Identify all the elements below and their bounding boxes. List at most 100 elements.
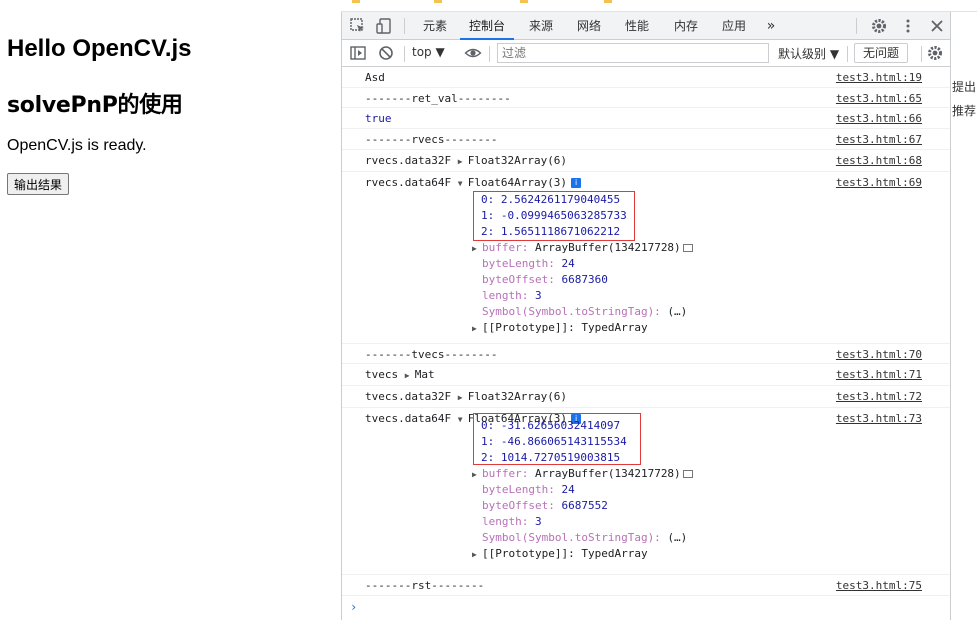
output-result-button[interactable]: 输出结果	[7, 173, 70, 195]
array-entry: 1: -0.0999465063285733	[481, 209, 627, 222]
console-prompt[interactable]: ›	[350, 600, 357, 614]
expand-arrow-icon[interactable]: ▶	[405, 371, 415, 380]
gear-icon[interactable]	[926, 44, 944, 62]
page-title: Hello OpenCV.js	[7, 35, 192, 62]
console-message: -------rvecs-------- test3.html:67	[342, 129, 950, 150]
log-label-text: rvecs.data32F	[365, 154, 452, 167]
inspect-icon[interactable]	[349, 17, 367, 35]
expand-arrow-icon[interactable]: ▶	[458, 393, 468, 402]
log-text: Asd	[365, 71, 385, 84]
source-link[interactable]: test3.html:19	[836, 71, 922, 84]
filter-input[interactable]	[497, 43, 769, 63]
device-icon[interactable]	[375, 17, 393, 35]
memory-icon[interactable]	[682, 470, 693, 478]
array-entry: 0: -31.62656032414097	[481, 419, 621, 432]
source-link[interactable]: test3.html:69	[836, 176, 922, 189]
tab-memory[interactable]: 内存	[665, 12, 707, 40]
length-property: length: 3	[482, 515, 542, 528]
array-entry: 0: 2.5624261179040455	[481, 193, 621, 206]
bookmark-marker	[434, 0, 442, 3]
page-subtitle: solvePnP的使用	[7, 93, 183, 118]
prototype-property[interactable]: ▶ [[Prototype]]: TypedArray	[472, 321, 648, 334]
console-message: -------tvecs-------- test3.html:70	[342, 344, 950, 364]
log-text: -------rvecs--------	[365, 133, 498, 146]
console-message: tvecs.data32F ▶ Float32Array(6) test3.htm…	[342, 386, 950, 408]
byteoffset-property: byteOffset: 6687552	[482, 499, 608, 512]
source-link[interactable]: test3.html:70	[836, 348, 922, 361]
kebab-icon[interactable]	[899, 17, 917, 35]
toolbar-divider	[856, 18, 857, 34]
array-entry: 2: 1014.7270519003815	[481, 451, 621, 464]
toolbar-divider	[921, 46, 922, 62]
more-tabs-button[interactable]: »	[762, 12, 780, 40]
log-label: tvecs ▶ Mat	[365, 368, 435, 381]
bookmark-marker	[520, 0, 528, 3]
array-entry: 2: 1.5651118671062212	[481, 225, 621, 238]
gear-icon[interactable]	[870, 17, 888, 35]
tab-network[interactable]: 网络	[568, 12, 610, 40]
symbol-property[interactable]: Symbol(Symbol.toStringTag): (…)	[482, 531, 687, 544]
tab-console[interactable]: 控制台	[460, 12, 514, 40]
tab-application[interactable]: 应用	[713, 12, 755, 40]
bookmark-marker	[604, 0, 612, 3]
toolbar-divider	[404, 46, 405, 62]
console-message: -------ret_val-------- test3.html:65	[342, 88, 950, 108]
source-link[interactable]: test3.html:73	[836, 412, 922, 425]
expand-arrow-icon[interactable]: ▶	[472, 470, 482, 479]
edge-text: 推荐	[952, 104, 977, 118]
expand-arrow-icon[interactable]: ▶	[458, 157, 468, 166]
expand-arrow-icon[interactable]: ▶	[472, 550, 482, 559]
clear-icon[interactable]	[377, 44, 395, 62]
symbol-property[interactable]: Symbol(Symbol.toStringTag): (…)	[482, 305, 687, 318]
status-text: OpenCV.js is ready.	[7, 137, 147, 154]
expand-arrow-icon[interactable]: ▶	[472, 324, 482, 333]
bookmark-marker	[352, 0, 360, 3]
source-link[interactable]: test3.html:65	[836, 92, 922, 105]
log-object[interactable]: Float32Array(6)	[468, 154, 567, 167]
eye-icon[interactable]	[464, 44, 482, 62]
console-message: Asd test3.html:19	[342, 67, 950, 88]
source-link[interactable]: test3.html:72	[836, 390, 922, 403]
issues-button[interactable]: 无问题	[854, 43, 909, 63]
toolbar-divider	[404, 18, 405, 34]
byteoffset-property: byteOffset: 6687360	[482, 273, 608, 286]
array-entry: 1: -46.866065143115534	[481, 435, 627, 448]
expand-arrow-icon[interactable]: ▶	[472, 244, 482, 253]
prototype-property[interactable]: ▶ [[Prototype]]: TypedArray	[472, 547, 648, 560]
devtools-panel: 元素 控制台 来源 网络 性能 内存 应用 » top ▼ 过滤 默认级别 ▼ …	[341, 12, 951, 620]
collapse-arrow-icon[interactable]: ▼	[458, 179, 468, 188]
source-link[interactable]: test3.html:71	[836, 368, 922, 381]
console-message-expanded: tvecs.data64F ▼ Float64Array(3) i test3.ht…	[342, 408, 950, 575]
tab-elements[interactable]: 元素	[414, 12, 456, 40]
log-level-selector[interactable]: 默认级别 ▼	[778, 45, 839, 62]
source-link[interactable]: test3.html:67	[836, 133, 922, 146]
bytelength-property: byteLength: 24	[482, 257, 575, 270]
log-boolean: true	[365, 112, 392, 125]
sidebar-icon[interactable]	[349, 44, 367, 62]
toolbar-divider	[847, 46, 848, 62]
info-icon[interactable]: i	[571, 178, 582, 188]
log-object[interactable]: Mat	[415, 368, 435, 381]
log-label: rvecs.data64F ▼ Float64Array(3) i	[365, 176, 582, 189]
memory-icon[interactable]	[682, 244, 693, 252]
toolbar-divider	[489, 46, 490, 62]
log-label-text: tvecs	[365, 368, 399, 381]
close-icon[interactable]	[928, 17, 946, 35]
console-message: true test3.html:66	[342, 108, 950, 129]
tab-sources[interactable]: 来源	[520, 12, 562, 40]
log-object[interactable]: Float64Array(3)	[468, 176, 567, 189]
log-label: tvecs.data32F ▶ Float32Array(6)	[365, 390, 567, 403]
web-page: Hello OpenCV.js solvePnP的使用 OpenCV.js is…	[0, 0, 341, 620]
tab-performance[interactable]: 性能	[616, 12, 658, 40]
source-link[interactable]: test3.html:68	[836, 154, 922, 167]
source-link[interactable]: test3.html:75	[836, 579, 922, 592]
context-selector[interactable]: top ▼	[412, 45, 445, 59]
buffer-property[interactable]: ▶ buffer: ArrayBuffer(134217728)	[472, 467, 693, 480]
collapse-arrow-icon[interactable]: ▼	[458, 415, 468, 424]
buffer-property[interactable]: ▶ buffer: ArrayBuffer(134217728)	[472, 241, 693, 254]
bytelength-property: byteLength: 24	[482, 483, 575, 496]
length-property: length: 3	[482, 289, 542, 302]
source-link[interactable]: test3.html:66	[836, 112, 922, 125]
devtools-tab-bar: 元素 控制台 来源 网络 性能 内存 应用 »	[342, 12, 950, 40]
log-object[interactable]: Float32Array(6)	[468, 390, 567, 403]
